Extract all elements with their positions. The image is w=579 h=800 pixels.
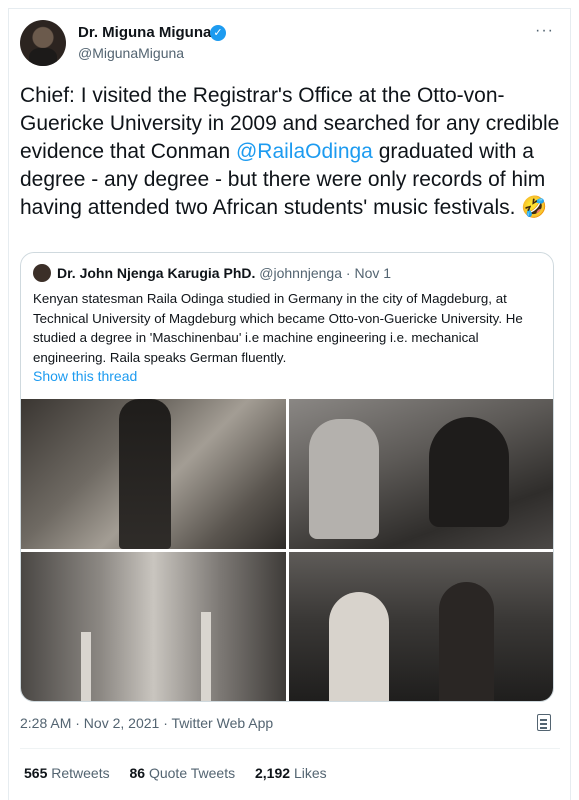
likes-stat[interactable]: 2,192 Likes xyxy=(255,764,327,782)
separator-dot: · xyxy=(345,265,351,281)
view-analytics-icon[interactable] xyxy=(537,714,551,731)
quoted-author-handle: @johnnjenga xyxy=(259,265,342,281)
mention-link[interactable]: @RailaOdinga xyxy=(236,140,373,163)
photo-1[interactable] xyxy=(21,399,286,549)
quoted-tweet-date: Nov 1 xyxy=(354,265,392,281)
engagement-stats: 565 Retweets 86 Quote Tweets 2,192 Likes xyxy=(24,764,343,782)
quoted-tweet[interactable]: Dr. John Njenga Karugia PhD. @johnnjenga… xyxy=(20,252,554,702)
likes-count: 2,192 xyxy=(255,765,291,781)
retweets-label: Retweets xyxy=(51,765,110,781)
quoted-tweet-text: Kenyan statesman Raila Odinga studied in… xyxy=(33,291,523,365)
quoted-author-avatar xyxy=(33,264,51,282)
author-name[interactable]: Dr. Miguna Miguna xyxy=(78,24,211,42)
photo-2[interactable] xyxy=(289,399,553,549)
quoted-tweet-header: Dr. John Njenga Karugia PhD. @johnnjenga… xyxy=(33,263,391,283)
verified-badge-icon: ✓ xyxy=(210,25,226,41)
divider xyxy=(20,748,560,749)
quoted-author-name: Dr. John Njenga Karugia PhD. xyxy=(57,265,256,281)
tweet-timestamp[interactable]: 2:28 AM · Nov 2, 2021 · Twitter Web App xyxy=(20,714,273,732)
retweets-count: 565 xyxy=(24,765,48,781)
retweets-stat[interactable]: 565 Retweets xyxy=(24,764,110,782)
quote-tweets-label: Quote Tweets xyxy=(148,765,236,781)
quote-tweets-count: 86 xyxy=(129,765,146,781)
author-avatar[interactable] xyxy=(20,20,66,66)
photo-4[interactable] xyxy=(289,552,553,701)
quote-tweets-stat[interactable]: 86 Quote Tweets xyxy=(130,764,236,782)
photo-3[interactable] xyxy=(21,552,286,701)
tweet-body: Chief: I visited the Registrar's Office … xyxy=(20,82,560,222)
likes-label: Likes xyxy=(293,765,327,781)
author-handle[interactable]: @MigunaMiguna xyxy=(78,45,184,62)
more-options-icon[interactable]: ··· xyxy=(535,22,554,40)
media-grid xyxy=(21,399,553,701)
show-thread-link[interactable]: Show this thread xyxy=(33,367,137,385)
tweet-header: Dr. Miguna Miguna ✓ @MigunaMiguna ··· xyxy=(20,20,560,70)
